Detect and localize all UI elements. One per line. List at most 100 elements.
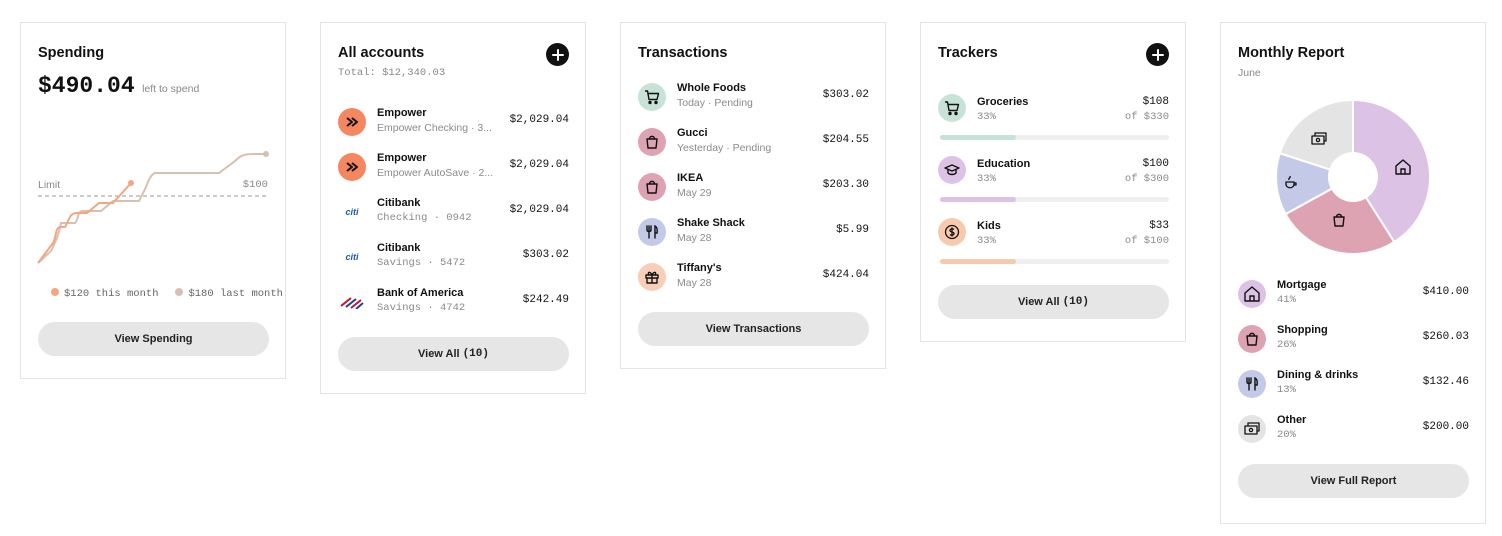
spending-amount: $490.04 [38, 73, 135, 99]
report-category: Shopping [1277, 324, 1328, 336]
transaction-row[interactable]: Shake Shack May 28 $5.99 [638, 214, 869, 254]
account-name: Empower [377, 152, 427, 164]
report-row[interactable]: Shopping 26% $260.03 [1238, 321, 1469, 361]
report-category: Dining & drinks [1277, 369, 1359, 381]
account-detail: Savings · 4742 [377, 302, 466, 314]
account-name: Citibank [377, 242, 421, 254]
transaction-row[interactable]: Tiffany's May 28 $424.04 [638, 259, 869, 299]
report-row[interactable]: Mortgage 41% $410.00 [1238, 276, 1469, 316]
citi-logo-icon: citi [338, 243, 366, 271]
citi-logo-text: citi [345, 252, 359, 262]
view-all-trackers-button[interactable]: View All (10) [938, 285, 1169, 319]
report-row[interactable]: Other 20% $200.00 [1238, 411, 1469, 451]
transaction-amount: $303.02 [822, 89, 869, 101]
transaction-amount: $203.30 [822, 179, 869, 191]
shopping-bag-icon [638, 173, 666, 201]
report-row[interactable]: Dining & drinks 13% $132.46 [1238, 366, 1469, 406]
last-month-dot [263, 151, 269, 157]
accounts-card: All accounts Total: $12,340.03 Empower E… [320, 22, 586, 394]
report-percent: 26% [1277, 339, 1296, 351]
report-amount: $410.00 [1422, 286, 1469, 298]
spending-title: Spending [38, 45, 105, 61]
legend-this-dot [51, 288, 59, 296]
tracker-name: Groceries [977, 96, 1029, 108]
account-detail: Empower Checking · 3... [377, 122, 492, 134]
report-category: Mortgage [1277, 279, 1327, 291]
tracker-of: of $100 [1124, 235, 1169, 247]
tracker-amount: $108 [1142, 96, 1169, 108]
this-month-dot [128, 180, 134, 186]
add-account-button[interactable] [546, 43, 569, 66]
fork-knife-icon [638, 218, 666, 246]
transaction-row[interactable]: Gucci Yesterday · Pending $204.55 [638, 124, 869, 164]
citi-logo-text: citi [345, 207, 359, 217]
accounts-total: Total: $12,340.03 [338, 67, 446, 79]
report-percent: 20% [1277, 429, 1296, 441]
report-month: June [1238, 67, 1261, 79]
tracker-of: of $330 [1124, 111, 1169, 123]
add-tracker-button[interactable] [1146, 43, 1169, 66]
transaction-detail: Yesterday · Pending [677, 142, 772, 154]
transactions-title: Transactions [638, 45, 728, 61]
report-amount: $200.00 [1422, 421, 1469, 433]
view-all-accounts-button[interactable]: View All (10) [338, 337, 569, 371]
transaction-detail: May 28 [677, 232, 712, 244]
tracker-name: Kids [977, 220, 1001, 232]
tracker-row[interactable]: Kids 33% $33 of $100 [938, 217, 1169, 267]
tracker-progress-fill [940, 259, 1016, 264]
transactions-card: Transactions Whole Foods Today · Pending… [620, 22, 886, 369]
monthly-report-card: Monthly Report June Mortgage 41% $410.00… [1220, 22, 1486, 524]
cart-icon [638, 83, 666, 111]
legend-this-month: $120 this month [64, 288, 159, 300]
transaction-name: Shake Shack [677, 217, 745, 229]
tracker-row[interactable]: Groceries 33% $108 of $330 [938, 93, 1169, 143]
account-detail: Checking · 0942 [377, 212, 472, 224]
spending-amount-row: $490.04 left to spend [38, 73, 199, 99]
tracker-row[interactable]: Education 33% $100 of $300 [938, 155, 1169, 205]
tracker-progress-fill [940, 197, 1016, 202]
report-donut-chart [1275, 98, 1431, 255]
tracker-progress-bar [940, 197, 1169, 202]
view-full-report-button[interactable]: View Full Report [1238, 464, 1469, 498]
transaction-detail: Today · Pending [677, 97, 753, 109]
trackers-card: Trackers Groceries 33% $108 of $330 Educ… [920, 22, 1186, 342]
view-spending-button[interactable]: View Spending [38, 322, 269, 356]
account-row[interactable]: Empower Empower AutoSave · 2... $2,029.0… [338, 149, 569, 189]
account-row[interactable]: Bank of America Savings · 4742 $242.49 [338, 284, 569, 324]
citi-logo-icon: citi [338, 198, 366, 226]
tracker-percent: 33% [977, 173, 996, 185]
report-category: Other [1277, 414, 1307, 426]
transaction-amount: $204.55 [822, 134, 869, 146]
tracker-progress-fill [940, 135, 1016, 140]
tracker-amount: $33 [1149, 220, 1169, 232]
account-row[interactable]: Empower Empower Checking · 3... $2,029.0… [338, 104, 569, 144]
tracker-amount: $100 [1142, 158, 1169, 170]
view-transactions-button[interactable]: View Transactions [638, 312, 869, 346]
accounts-title: All accounts [338, 45, 425, 61]
transaction-name: Whole Foods [677, 82, 747, 94]
transaction-row[interactable]: IKEA May 29 $203.30 [638, 169, 869, 209]
shopping-bag-icon [638, 128, 666, 156]
account-detail: Empower AutoSave · 2... [377, 167, 494, 179]
spending-amount-caption: left to spend [142, 83, 200, 95]
money-icon [1238, 415, 1266, 443]
transaction-detail: May 28 [677, 277, 712, 289]
report-percent: 41% [1277, 294, 1296, 306]
last-month-line [37, 153, 266, 264]
transaction-amount: $424.04 [822, 269, 869, 281]
account-amount: $2,029.04 [509, 204, 569, 216]
plus-icon [1151, 48, 1164, 61]
view-all-label: View All [418, 348, 460, 360]
view-all-count: (10) [1062, 296, 1089, 308]
legend-last-month: $180 last month [188, 288, 283, 300]
report-percent: 13% [1277, 384, 1296, 396]
account-row[interactable]: citi Citibank Checking · 0942 $2,029.04 [338, 194, 569, 234]
transaction-name: Gucci [677, 127, 708, 139]
spending-legend: $120 this month $180 last month [51, 287, 283, 300]
account-amount: $242.49 [522, 294, 569, 306]
transaction-row[interactable]: Whole Foods Today · Pending $303.02 [638, 79, 869, 119]
spending-line-chart [37, 151, 269, 264]
account-row[interactable]: citi Citibank Savings · 5472 $303.02 [338, 239, 569, 279]
account-amount: $303.02 [522, 249, 569, 261]
graduation-cap-icon [938, 156, 966, 184]
